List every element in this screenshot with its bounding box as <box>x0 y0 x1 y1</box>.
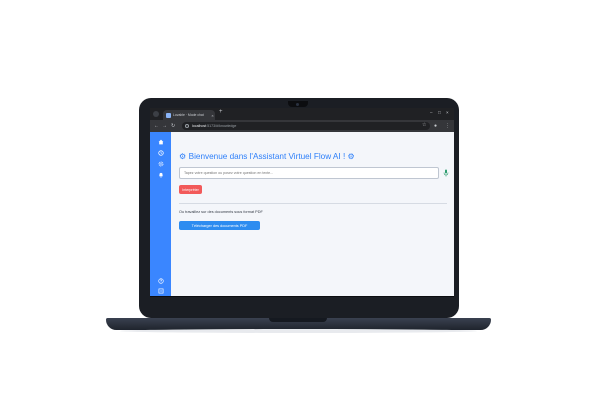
section-divider <box>179 203 447 204</box>
maximize-button[interactable]: □ <box>438 110 441 115</box>
page-title: ⚙ Bienvenue dans l'Assistant Virtuel Flo… <box>179 152 355 162</box>
notification-bell-icon[interactable] <box>157 171 164 178</box>
site-info-icon[interactable] <box>185 124 189 128</box>
question-input[interactable] <box>179 167 439 179</box>
forward-arrow-icon[interactable]: → <box>162 123 167 129</box>
settings-gear-icon[interactable] <box>157 160 164 167</box>
tab-title: Lovable · Mode chat <box>173 113 204 117</box>
screen-bezel <box>150 296 454 297</box>
camera-icon <box>296 103 299 106</box>
reload-icon[interactable]: ↻ <box>171 123 175 129</box>
home-icon[interactable] <box>157 138 164 145</box>
tab-close-icon[interactable]: × <box>210 113 215 118</box>
laptop-base-lip <box>269 318 327 322</box>
upload-pdf-button[interactable]: Télécharger des documents PDF <box>179 221 260 230</box>
app-sidebar <box>150 132 171 296</box>
upload-description: Ou travaillez sur des documents sous for… <box>179 210 263 214</box>
microphone-icon[interactable] <box>443 169 449 177</box>
laptop-shadow <box>120 329 477 333</box>
url-host: localhost <box>192 124 207 128</box>
history-icon[interactable] <box>157 149 164 156</box>
bookmark-star-icon[interactable]: ☆ <box>422 122 426 128</box>
browser-tab-strip: Lovable · Mode chat × + – □ × <box>150 108 454 120</box>
profile-icon[interactable]: ● <box>434 123 437 129</box>
back-arrow-icon[interactable]: ← <box>154 123 159 129</box>
close-window-button[interactable]: × <box>446 110 449 115</box>
tab-search-icon[interactable] <box>153 111 159 117</box>
menu-kebab-icon[interactable]: ⋮ <box>445 123 450 129</box>
main-content: ⚙ Bienvenue dans l'Assistant Virtuel Flo… <box>171 132 454 296</box>
url-path: :5173/#/knowledge <box>206 124 237 128</box>
browser-tab[interactable]: Lovable · Mode chat × <box>163 110 215 120</box>
submit-button[interactable]: Interpréter <box>179 185 202 194</box>
browser-toolbar: ← → ↻ localhost :5173/#/knowledge ☆ ● ⋮ <box>150 120 454 132</box>
address-bar[interactable]: localhost :5173/#/knowledge <box>182 122 430 130</box>
logout-icon[interactable] <box>157 287 164 294</box>
minimize-button[interactable]: – <box>430 110 433 115</box>
laptop-screen: Lovable · Mode chat × + – □ × ← → ↻ loca… <box>150 108 454 296</box>
favicon-icon <box>166 112 171 118</box>
help-circle-icon[interactable] <box>157 277 164 284</box>
new-tab-button[interactable]: + <box>219 109 223 115</box>
